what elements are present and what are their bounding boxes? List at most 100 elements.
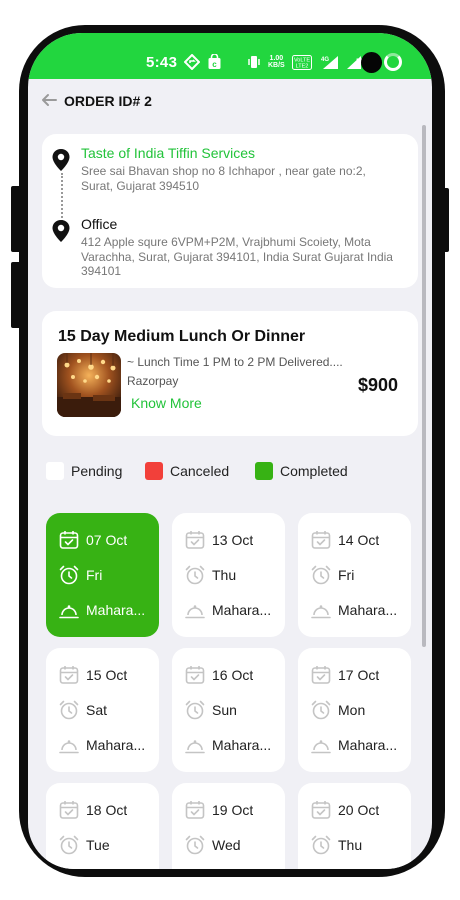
know-more-link[interactable]: Know More	[131, 395, 202, 411]
scrollbar[interactable]	[422, 125, 426, 647]
front-camera	[361, 52, 382, 73]
day-date: 17 Oct	[338, 667, 380, 683]
status-time: 5:43	[146, 54, 178, 71]
restaurant-address: Sree sai Bhavan shop no 8 Ichhapor , nea…	[81, 164, 366, 193]
day-date: 13 Oct	[212, 532, 254, 548]
day-date-row: 07 Oct	[58, 529, 127, 551]
day-weekday: Sun	[212, 702, 237, 718]
svg-text:4G: 4G	[321, 57, 329, 63]
legend-pending: Pending	[46, 462, 122, 480]
status-icons: c 1.00 KB/S VoLTE LTE2 4G	[184, 52, 362, 72]
restaurant-name[interactable]: Taste of India Tiffin Services	[81, 145, 255, 161]
day-weekday: Sat	[86, 702, 108, 718]
calendar-check-icon	[184, 664, 206, 686]
shopping-bag-icon: c	[207, 54, 222, 70]
day-card[interactable]: 13 Oct Thu Mahara...	[172, 513, 285, 637]
signal-4g-icon: 4G	[319, 55, 339, 70]
day-card[interactable]: 19 Oct Wed	[172, 783, 285, 869]
day-card[interactable]: 14 Oct Fri Mahara...	[298, 513, 411, 637]
alarm-clock-icon	[184, 564, 206, 586]
alarm-clock-icon	[310, 564, 332, 586]
alarm-clock-icon	[184, 834, 206, 856]
day-meal: Mahara...	[338, 737, 398, 753]
net-speed: 1.00 KB/S	[268, 55, 285, 69]
day-weekday: Thu	[212, 567, 237, 583]
day-weekday-row: Tue	[58, 834, 110, 856]
day-date: 14 Oct	[338, 532, 380, 548]
location-pin-icon	[52, 220, 70, 242]
svg-text:c: c	[212, 60, 217, 69]
alarm-clock-icon	[310, 699, 332, 721]
day-meal-row: Mahara...	[184, 734, 271, 756]
plan-price: $900	[358, 375, 399, 395]
day-date-row: 18 Oct	[58, 799, 127, 821]
alarm-clock-icon	[310, 834, 332, 856]
day-date: 07 Oct	[86, 532, 128, 548]
calendar-check-icon	[310, 529, 332, 551]
day-date: 16 Oct	[212, 667, 254, 683]
day-card[interactable]: 15 Oct Sat Mahara...	[46, 648, 159, 772]
net-speed-unit: KB/S	[268, 62, 285, 69]
office-name: Office	[81, 216, 118, 232]
status-bar: 5:43 c 1.00 KB/S VoLTE LTE2 4G 7	[28, 33, 432, 79]
calendar-check-icon	[184, 529, 206, 551]
legend-swatch-completed	[255, 462, 273, 480]
day-weekday-row: Sun	[184, 699, 237, 721]
day-card[interactable]: 20 Oct Thu	[298, 783, 411, 869]
day-weekday: Fri	[338, 567, 355, 583]
plan-image	[57, 353, 121, 417]
day-date-row: 15 Oct	[58, 664, 127, 686]
day-date-row: 16 Oct	[184, 664, 253, 686]
day-meal: Mahara...	[212, 737, 272, 753]
food-cloche-icon	[184, 734, 206, 756]
day-weekday: Wed	[212, 837, 241, 853]
page-title: ORDER ID# 2	[64, 93, 152, 109]
day-meal: Mahara...	[86, 737, 146, 753]
day-date: 19 Oct	[212, 802, 254, 818]
day-card[interactable]: 18 Oct Tue	[46, 783, 159, 869]
legend-label-completed: Completed	[280, 463, 348, 479]
day-date-row: 19 Oct	[184, 799, 253, 821]
day-weekday-row: Mon	[310, 699, 365, 721]
day-card[interactable]: 16 Oct Sun Mahara...	[172, 648, 285, 772]
food-cloche-icon	[58, 599, 80, 621]
day-meal-row: Mahara...	[310, 734, 397, 756]
navigation-icon	[184, 54, 200, 70]
payment-method: Razorpay	[127, 374, 179, 388]
day-weekday: Tue	[86, 837, 110, 853]
day-meal-row: Mahara...	[58, 599, 145, 621]
alarm-clock-icon	[184, 699, 206, 721]
net-speed-value: 1.00	[269, 55, 284, 62]
calendar-check-icon	[58, 664, 80, 686]
back-arrow-icon[interactable]	[41, 92, 57, 108]
food-cloche-icon	[58, 734, 80, 756]
alarm-clock-icon	[58, 564, 80, 586]
food-cloche-icon	[310, 734, 332, 756]
legend-swatch-canceled	[145, 462, 163, 480]
legend-label-pending: Pending	[71, 463, 123, 479]
app-screen: 5:43 c 1.00 KB/S VoLTE LTE2 4G 7 ORDER I…	[28, 33, 432, 869]
day-date: 18 Oct	[86, 802, 128, 818]
day-date-row: 17 Oct	[310, 664, 379, 686]
plan-title: 15 Day Medium Lunch Or Dinner	[58, 328, 306, 345]
food-cloche-icon	[310, 599, 332, 621]
day-card[interactable]: 17 Oct Mon Mahara...	[298, 648, 411, 772]
day-card[interactable]: 07 Oct Fri Mahara...	[46, 513, 159, 637]
day-meal-row: Mahara...	[184, 599, 271, 621]
day-weekday: Thu	[338, 837, 363, 853]
day-meal-row: Mahara...	[310, 599, 397, 621]
calendar-check-icon	[310, 799, 332, 821]
legend-label-canceled: Canceled	[170, 463, 230, 479]
day-meal: Mahara...	[212, 602, 272, 618]
legend-canceled: Canceled	[145, 462, 229, 480]
battery-ring-icon	[384, 53, 402, 71]
day-date: 15 Oct	[86, 667, 128, 683]
day-weekday: Fri	[86, 567, 103, 583]
calendar-check-icon	[310, 664, 332, 686]
volte-icon: VoLTE LTE2	[291, 54, 312, 70]
alarm-clock-icon	[58, 834, 80, 856]
calendar-check-icon	[58, 529, 80, 551]
day-weekday: Mon	[338, 702, 366, 718]
day-weekday-row: Thu	[310, 834, 362, 856]
day-weekday-row: Fri	[310, 564, 354, 586]
